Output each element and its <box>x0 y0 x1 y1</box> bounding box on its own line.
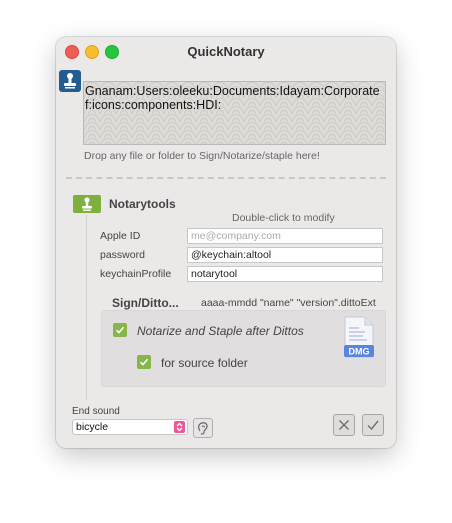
notary-icon <box>73 195 101 213</box>
title-bar: QuickNotary <box>56 37 396 65</box>
checkmark-icon <box>115 326 125 334</box>
apple-id-label: Apple ID <box>100 230 141 242</box>
close-icon <box>339 420 349 430</box>
sign-ditto-title: Sign/Ditto... <box>112 296 179 310</box>
source-folder-checkbox[interactable] <box>137 355 151 369</box>
popup-arrows-icon <box>174 421 185 433</box>
dropped-path-text: Gnanam:Users:oleeku:Documents:Idayam:Cor… <box>85 84 380 112</box>
ear-icon <box>198 422 208 435</box>
checkmark-icon <box>367 420 379 431</box>
notarytools-title: Notarytools <box>109 197 176 211</box>
keychain-profile-label: keychainProfile <box>100 268 172 280</box>
drop-hint-text: Drop any file or folder to Sign/Notarize… <box>84 150 320 162</box>
notarize-checkbox[interactable] <box>113 323 127 337</box>
dmg-badge-text: DMG <box>349 347 370 357</box>
apple-id-field[interactable] <box>187 228 383 244</box>
notarize-option-label: Notarize and Staple after Dittos <box>137 324 304 338</box>
keychain-profile-field[interactable]: notarytool <box>187 266 383 282</box>
end-sound-popup[interactable]: bicycle <box>72 419 188 435</box>
ditto-name-format: aaaa-mmdd "name" "version".dittoExt <box>201 297 376 309</box>
file-drop-zone[interactable]: Gnanam:Users:oleeku:Documents:Idayam:Cor… <box>83 81 386 145</box>
play-sound-button[interactable] <box>193 418 213 438</box>
ok-button[interactable] <box>362 414 384 436</box>
source-folder-option-label: for source folder <box>161 356 248 370</box>
main-window: QuickNotary Gnanam:Users:oleeku:Document… <box>56 37 396 448</box>
app-icon <box>59 70 81 92</box>
window-title: QuickNotary <box>187 44 265 59</box>
checkmark-icon <box>139 358 149 366</box>
password-field[interactable]: @keychain:altool <box>187 247 383 263</box>
cancel-button[interactable] <box>333 414 355 436</box>
dmg-file-icon: DMG <box>344 316 374 358</box>
section-divider <box>66 177 386 179</box>
end-sound-label: End sound <box>72 406 120 417</box>
end-sound-selected: bicycle <box>76 421 109 433</box>
password-label: password <box>100 249 145 261</box>
section-guide-line <box>86 215 87 400</box>
double-click-hint: Double-click to modify <box>232 212 335 224</box>
